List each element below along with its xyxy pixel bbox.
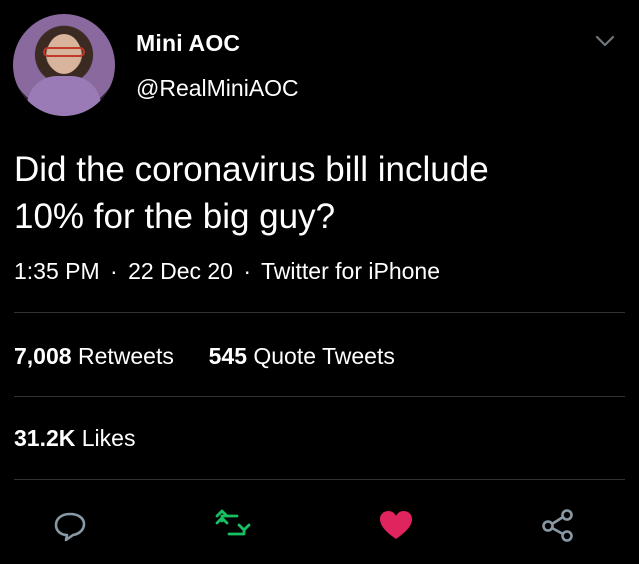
separator: ·: [110, 258, 118, 284]
tweet-source[interactable]: Twitter for iPhone: [261, 258, 440, 284]
retweet-icon[interactable]: [213, 505, 253, 545]
tweet-text-line: Did the coronavirus bill include: [14, 150, 489, 189]
tweet-text-line: 10% for the big guy?: [14, 197, 336, 236]
retweets-link[interactable]: 7,008 Retweets: [14, 343, 180, 369]
likes-link[interactable]: 31.2K Likes: [14, 425, 135, 451]
retweets-label: Retweets: [77, 343, 174, 369]
display-name[interactable]: Mini AOC: [136, 30, 240, 57]
quotes-count: 545: [208, 343, 247, 369]
tweet-date[interactable]: 22 Dec 20: [128, 258, 233, 284]
divider: [14, 312, 625, 313]
tweet-text: Did the coronavirus bill include 10% for…: [14, 146, 624, 240]
retweet-stats: 7,008 Retweets 545 Quote Tweets: [14, 343, 395, 370]
share-icon[interactable]: [538, 505, 578, 545]
avatar[interactable]: [13, 14, 115, 116]
tweet-meta: 1:35 PM · 22 Dec 20 · Twitter for iPhone: [14, 258, 440, 285]
quote-tweets-link[interactable]: 545 Quote Tweets: [209, 343, 395, 369]
likes-label: Likes: [81, 425, 136, 451]
retweets-count: 7,008: [14, 343, 72, 369]
chevron-down-icon[interactable]: [595, 34, 615, 48]
user-handle[interactable]: @RealMiniAOC: [136, 75, 299, 102]
heart-icon[interactable]: [376, 505, 416, 545]
speech-bubble-icon[interactable]: [50, 505, 90, 545]
like-stats: 31.2K Likes: [14, 425, 135, 452]
quotes-label: Quote Tweets: [253, 343, 395, 369]
divider: [14, 479, 625, 480]
separator: ·: [243, 258, 252, 284]
tweet-time[interactable]: 1:35 PM: [14, 258, 100, 284]
likes-count: 31.2K: [14, 425, 76, 451]
divider: [14, 396, 625, 397]
